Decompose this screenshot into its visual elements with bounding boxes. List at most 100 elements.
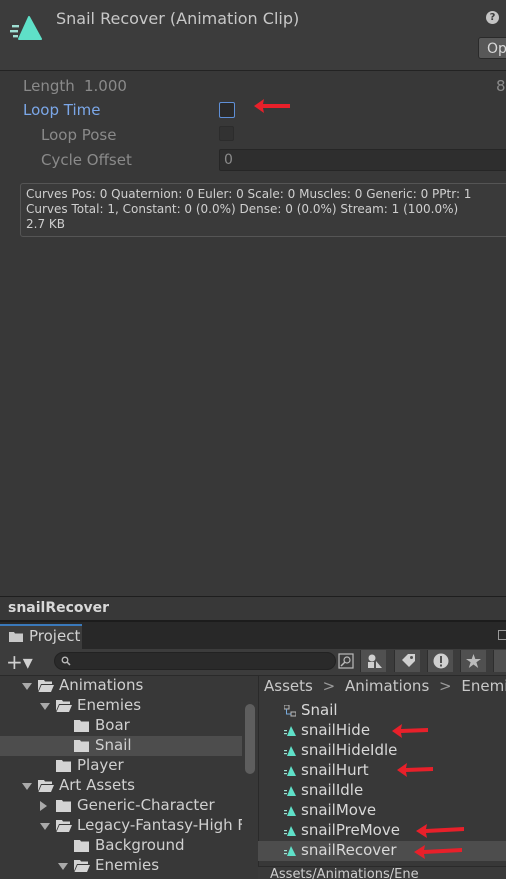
create-button[interactable]: +▾ <box>6 651 40 673</box>
search-icon <box>61 656 71 666</box>
animation-clip-icon <box>284 846 296 856</box>
folder-icon <box>56 760 71 772</box>
collapsed-arrow-icon[interactable] <box>40 801 47 811</box>
show-warnings-button[interactable] <box>427 650 453 672</box>
asset-item-label: snailPreMove <box>301 821 400 839</box>
animator-controller-icon <box>284 705 296 717</box>
animation-clip-icon <box>284 806 296 816</box>
annotation-arrow-icon <box>254 99 290 113</box>
cycle-offset-label: Cycle Offset <box>41 151 132 169</box>
tree-item-label: Generic-Character <box>77 796 215 814</box>
favorites-button[interactable] <box>460 650 486 672</box>
animation-clip-icon <box>284 786 296 796</box>
tab-menu-icon[interactable] <box>498 630 506 640</box>
folder-icon <box>74 740 89 752</box>
loop-time-label: Loop Time <box>23 101 101 119</box>
asset-item[interactable]: snailHide <box>258 721 506 741</box>
tree-item[interactable]: Animations <box>0 676 242 696</box>
loop-pose-checkbox[interactable] <box>219 126 234 141</box>
cycle-offset-field[interactable]: 0 <box>219 149 506 171</box>
tree-item[interactable]: Enemies <box>0 696 242 716</box>
animation-clip-icon <box>284 726 296 736</box>
length-label: Length <box>23 77 75 95</box>
open-folder-icon <box>38 780 54 792</box>
path-text: Assets/Animations/Ene <box>270 867 419 879</box>
annotation-arrow-icon <box>414 845 462 859</box>
tree-item-label: Animations <box>59 676 144 694</box>
tree-item-label: Snail <box>95 736 132 754</box>
tree-item-label: Boar <box>95 716 130 734</box>
clip-title: Snail Recover (Animation Clip) <box>56 9 300 28</box>
breadcrumb-item[interactable]: Animations <box>345 677 429 695</box>
tree-item-label: Enemies <box>95 856 160 874</box>
filter-by-label-button[interactable] <box>394 650 420 672</box>
annotation-arrow-icon <box>416 824 464 838</box>
tree-item[interactable]: Art Assets <box>0 776 242 796</box>
asset-item[interactable]: Snail <box>258 701 506 721</box>
warning-icon <box>433 653 449 669</box>
expanded-arrow-icon[interactable] <box>40 823 50 830</box>
asset-item-label: snailHide <box>301 721 371 739</box>
filter-by-type-button[interactable] <box>360 650 386 672</box>
folder-icon <box>74 720 89 732</box>
stats-line: Curves Total: 1, Constant: 0 (0.0%) Dens… <box>26 202 459 216</box>
stats-line: 2.7 KB <box>26 217 65 231</box>
tree-item[interactable]: Background <box>0 836 242 856</box>
breadcrumb-item[interactable]: Enemies <box>461 677 506 695</box>
tree-item[interactable]: Generic-Character <box>0 796 242 816</box>
help-icon[interactable]: ? <box>486 11 499 24</box>
open-folder-icon <box>56 820 72 832</box>
animation-clip-icon <box>10 16 42 40</box>
tree-item[interactable]: Boar <box>0 716 242 736</box>
animation-clip-icon <box>284 826 296 836</box>
frames-value: 8 <box>496 77 506 95</box>
breadcrumb: Assets > Animations > Enemies <box>264 677 506 695</box>
expanded-arrow-icon[interactable] <box>22 783 32 790</box>
folder-icon <box>9 632 23 642</box>
search-input[interactable] <box>54 652 336 670</box>
folder-icon <box>74 840 89 852</box>
tag-icon <box>402 654 415 667</box>
folder-icon <box>56 800 71 812</box>
length-value: 1.000 <box>84 77 127 95</box>
tree-item[interactable]: Enemies <box>0 856 242 876</box>
asset-item[interactable]: snailRecover <box>258 841 506 861</box>
tree-item-label: Background <box>95 836 185 854</box>
tree-item-label: Enemies <box>77 696 142 714</box>
loop-pose-label: Loop Pose <box>41 126 117 144</box>
open-button[interactable]: Op <box>478 37 506 59</box>
hidden-packages-button[interactable] <box>493 650 506 672</box>
breadcrumb-separator: > <box>322 677 336 695</box>
asset-item-label: snailRecover <box>301 841 397 859</box>
open-folder-icon <box>74 860 90 872</box>
tree-item[interactable]: Legacy-Fantasy-High F <box>0 816 246 836</box>
loop-time-checkbox[interactable] <box>219 102 235 118</box>
asset-item[interactable]: snailHurt <box>258 761 506 781</box>
preview-title: snailRecover <box>8 600 110 616</box>
asset-item-label: snailHurt <box>301 761 369 779</box>
asset-item[interactable]: snailIdle <box>258 781 506 801</box>
star-icon <box>466 654 481 668</box>
expanded-arrow-icon[interactable] <box>22 683 32 690</box>
animation-clip-icon <box>284 746 296 756</box>
asset-item[interactable]: snailHideIdle <box>258 741 506 761</box>
asset-item[interactable]: snailMove <box>258 801 506 821</box>
expanded-arrow-icon[interactable] <box>58 863 68 870</box>
asset-item-label: snailHideIdle <box>301 741 398 759</box>
search-window-icon[interactable] <box>338 653 354 669</box>
breadcrumb-item[interactable]: Assets <box>264 677 313 695</box>
annotation-arrow-icon <box>397 763 433 777</box>
tree-item-label: Art Assets <box>59 776 135 794</box>
asset-item[interactable]: snailPreMove <box>258 821 506 841</box>
tree-scroll-thumb[interactable] <box>245 704 255 774</box>
open-folder-icon <box>56 700 72 712</box>
breadcrumb-separator: > <box>439 677 452 695</box>
clip-stats-box: Curves Pos: 0 Quaternion: 0 Euler: 0 Sca… <box>20 183 506 237</box>
filter-type-icon <box>368 654 382 668</box>
animation-clip-icon <box>284 766 296 776</box>
asset-item-label: snailIdle <box>301 781 364 799</box>
selected-path-bar: Assets/Animations/Ene <box>258 866 506 879</box>
tree-item[interactable]: Snail <box>0 736 242 756</box>
expanded-arrow-icon[interactable] <box>40 703 50 710</box>
tree-item[interactable]: Player <box>0 756 242 776</box>
